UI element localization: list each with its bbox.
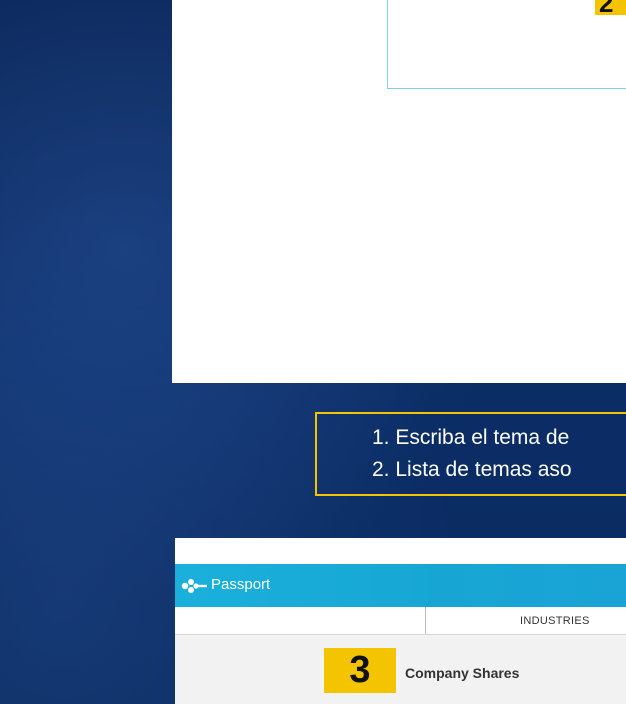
highlight-box [387, 0, 626, 89]
search-row: 3 Company Shares [175, 635, 626, 704]
screenshot-panel-bottom: Passport INDUSTRIES 3 Company Shares [175, 538, 626, 704]
instruction-line-1: 1. Escriba el tema de [372, 426, 570, 449]
step-badge-3: 3 [324, 648, 396, 693]
tab-industries[interactable]: INDUSTRIES [520, 615, 590, 627]
step-badge-number: 2 [599, 0, 614, 15]
instructions-box: 1. Escriba el tema de 2. Lista de temas … [315, 412, 626, 496]
tab-divider [425, 607, 426, 634]
passport-tab-bar: INDUSTRIES [175, 607, 626, 635]
instruction-line-2: 2. Lista de temas aso [372, 458, 572, 481]
screenshot-panel-top: 2 [172, 0, 626, 383]
passport-header: Passport [175, 564, 626, 607]
passport-logo-icon[interactable] [179, 577, 209, 595]
company-shares-label[interactable]: Company Shares [405, 665, 519, 681]
passport-app-name[interactable]: Passport [211, 576, 270, 593]
step-badge-2: 2 [595, 0, 626, 15]
